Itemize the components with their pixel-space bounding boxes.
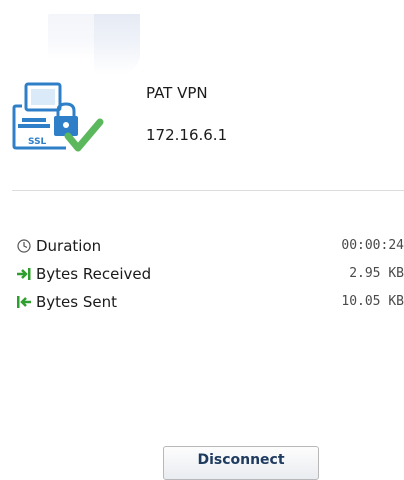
stat-label: Bytes Received [36, 265, 152, 283]
stat-value: 2.95 KB [349, 266, 404, 281]
stat-duration: Duration 00:00:24 [16, 236, 404, 264]
svg-text:SSL: SSL [28, 137, 47, 147]
stat-label: Duration [36, 237, 102, 255]
arrow-out-icon [16, 294, 32, 310]
arrow-in-icon [16, 266, 32, 282]
connection-stats: Duration 00:00:24 Bytes Received 2.95 KB… [16, 236, 404, 320]
stat-bytes-sent: Bytes Sent 10.05 KB [16, 292, 404, 320]
ssl-vpn-connected-icon: SSL [12, 80, 104, 162]
stat-label: Bytes Sent [36, 293, 117, 311]
stat-value: 10.05 KB [341, 294, 404, 309]
vpn-ip-address: 172.16.6.1 [146, 126, 228, 144]
stat-value: 00:00:24 [341, 238, 404, 253]
clock-icon [16, 238, 32, 254]
section-divider [12, 190, 404, 191]
stat-bytes-received: Bytes Received 2.95 KB [16, 264, 404, 292]
window-header-decoration [48, 14, 140, 74]
vpn-connection-name: PAT VPN [146, 84, 208, 102]
